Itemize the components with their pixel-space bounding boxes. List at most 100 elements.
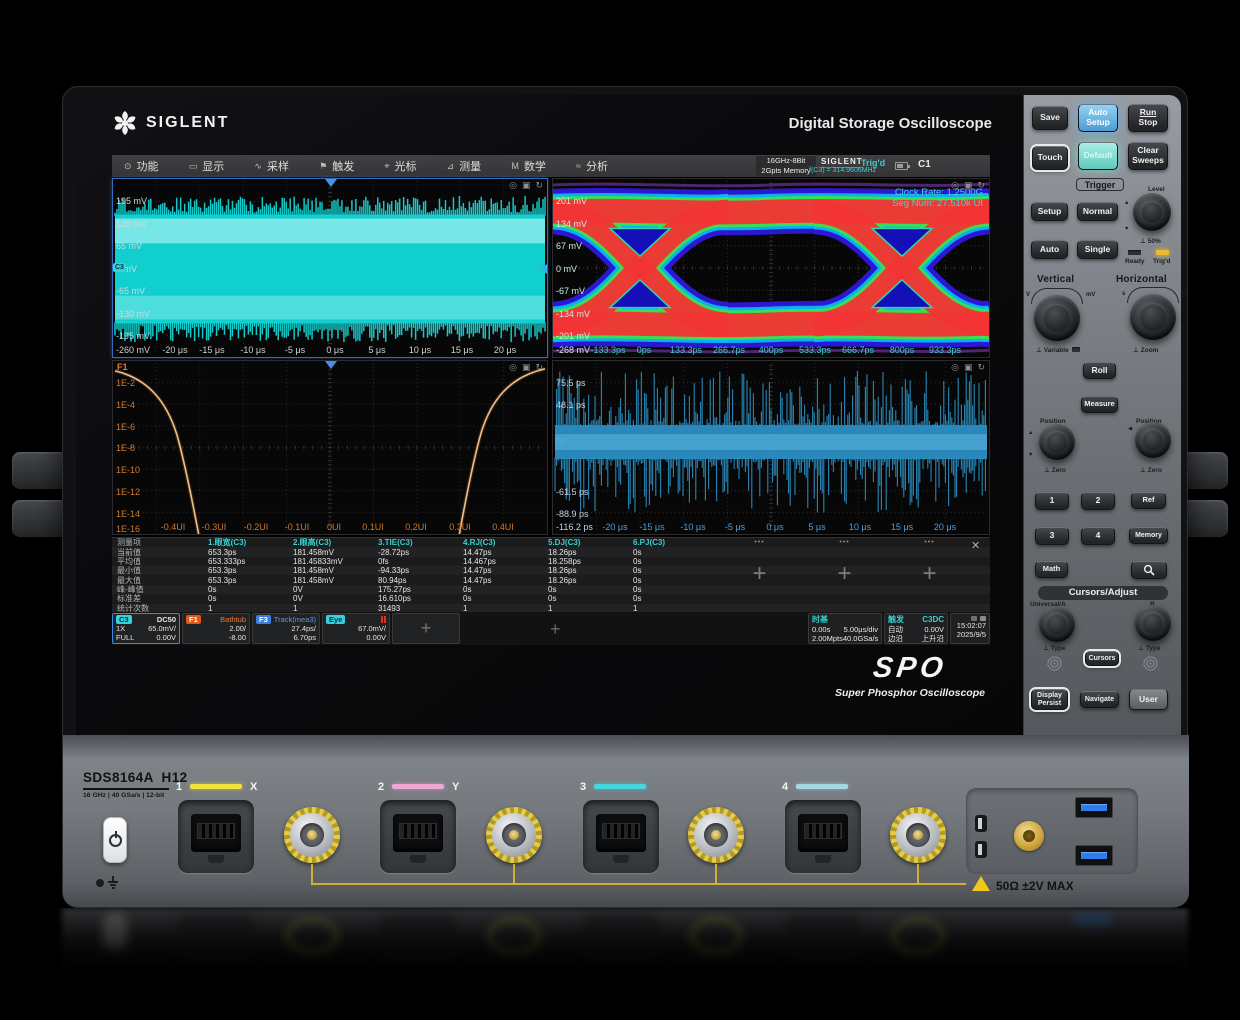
- x-tick: -0.2UI: [244, 522, 269, 532]
- menu-item-measure[interactable]: ⊿测量: [441, 158, 488, 174]
- trigger-box[interactable]: 触发C3DC 自动0.00V 边沿上升沿: [884, 613, 948, 644]
- add-measurement-slot[interactable]: •••+: [803, 538, 886, 613]
- panel-bathtub[interactable]: F1 1E-2 1E-4 1E-6 1E-8 1E-10 1E-12 1E-14…: [112, 360, 548, 535]
- channel-3-button[interactable]: 3: [1035, 527, 1069, 545]
- refresh-icon[interactable]: ↻: [535, 361, 543, 373]
- add-channel-slot[interactable]: +: [392, 613, 460, 644]
- save-button[interactable]: Save: [1032, 106, 1068, 130]
- roll-button[interactable]: Roll: [1083, 362, 1116, 379]
- y-tick: -201 mV: [556, 331, 590, 341]
- f3-marker[interactable]: F3: [553, 437, 566, 446]
- x-tick: 0ps: [637, 345, 652, 355]
- search-button[interactable]: [1131, 561, 1167, 579]
- camera-icon[interactable]: ◎: [509, 179, 517, 191]
- plus-icon[interactable]: +: [421, 618, 432, 639]
- menu-item-function[interactable]: ⊙功能: [118, 158, 165, 174]
- trigger-position-marker[interactable]: [325, 361, 337, 369]
- x-tick: 133.3ps: [670, 345, 702, 355]
- y-tick: 134 mV: [556, 219, 587, 229]
- camera-icon[interactable]: ◎: [951, 361, 959, 373]
- vertical-scale-knob[interactable]: [1034, 295, 1080, 341]
- plus-icon[interactable]: +: [718, 548, 801, 600]
- datetime-box[interactable]: 15:02:07 2025/9/5: [950, 613, 990, 644]
- expand-icon[interactable]: ▣: [964, 361, 973, 373]
- display-persist-button[interactable]: DisplayPersist: [1031, 689, 1068, 710]
- channel-descriptor-eye[interactable]: Eye 67.0mV/ 0.00V: [322, 613, 390, 644]
- panel-corner-icons[interactable]: ◎ ▣ ↻: [509, 361, 543, 373]
- menu-dots-icon[interactable]: •••: [803, 538, 886, 548]
- menu-item-math[interactable]: M数学: [505, 158, 552, 174]
- channel-descriptor-f1[interactable]: F1Bathtub 2.00/ -8.00: [182, 613, 250, 644]
- trigger-level-marker[interactable]: [540, 264, 547, 274]
- menu-item-trigger[interactable]: ⚑触发: [313, 158, 360, 174]
- plus-icon[interactable]: +: [803, 548, 886, 600]
- measure-button[interactable]: Measure: [1081, 396, 1118, 413]
- lcd-screen[interactable]: ⊙功能 ▭显示 ∿采样 ⚑触发 ⌖光标 ⊿测量 M数学 ≈分析 16GHz-8B…: [112, 155, 990, 645]
- measurement-column-header[interactable]: 1.眼宽(C3): [203, 537, 288, 548]
- add-measurement-slot[interactable]: •••+: [718, 538, 801, 613]
- plus-icon[interactable]: +: [550, 619, 561, 640]
- panel-corner-icons[interactable]: ◎ ▣ ↻: [951, 361, 985, 373]
- camera-icon[interactable]: ◎: [951, 179, 959, 191]
- clear-sweeps-button[interactable]: ClearSweeps: [1128, 142, 1168, 170]
- add-measurement-slot[interactable]: •••+: [888, 538, 971, 613]
- menu-item-acquire[interactable]: ∿采样: [248, 158, 295, 174]
- channel-descriptor-c3[interactable]: C3DC50 1X65.0mV/ FULL0.00V: [112, 613, 180, 644]
- menu-item-cursors[interactable]: ⌖光标: [378, 158, 422, 174]
- run-stop-button[interactable]: RunStop: [1128, 104, 1168, 132]
- trigger-auto-button[interactable]: Auto: [1031, 240, 1068, 259]
- menu-item-analysis[interactable]: ≈分析: [570, 158, 614, 174]
- b-knob[interactable]: [1135, 605, 1171, 641]
- expand-icon[interactable]: ▣: [964, 179, 973, 191]
- expand-icon[interactable]: ▣: [522, 179, 531, 191]
- panel-eye-diagram[interactable]: 201 mV 134 mV 67 mV 0 mV -67 mV -134 mV …: [552, 178, 990, 358]
- horizontal-position-knob[interactable]: [1135, 422, 1171, 458]
- universal-a-knob[interactable]: [1039, 606, 1075, 642]
- vertical-position-knob[interactable]: [1039, 424, 1075, 460]
- measurement-column-header[interactable]: 6.PJ(C3): [628, 538, 713, 547]
- memory-button[interactable]: Memory: [1129, 527, 1168, 544]
- left-arrow-icon: ◀: [1128, 426, 1132, 432]
- channel-2-button[interactable]: 2: [1081, 492, 1115, 510]
- panel-c3-waveform[interactable]: 195 mV 130 mV 65 mV 0 mV -65 mV -130 mV …: [112, 178, 548, 358]
- measurement-column-header[interactable]: 4.RJ(C3): [458, 538, 543, 547]
- user-button[interactable]: User: [1129, 689, 1168, 710]
- camera-icon[interactable]: ◎: [509, 361, 517, 373]
- measurement-column-header[interactable]: 2.眼高(C3): [288, 537, 373, 548]
- channel-descriptor-f3[interactable]: F3Track(mea3) 27.4ps/ 6.70ps: [252, 613, 320, 644]
- ref-button[interactable]: Ref: [1131, 492, 1166, 509]
- close-table-icon[interactable]: ✕: [971, 539, 980, 552]
- touch-button[interactable]: Touch: [1032, 146, 1068, 170]
- math-button[interactable]: Math: [1035, 561, 1068, 578]
- refresh-icon[interactable]: ↻: [977, 179, 985, 191]
- table-cell: 18.26ps: [543, 576, 628, 585]
- panel-corner-icons[interactable]: ◎ ▣ ↻: [509, 179, 543, 191]
- measurement-column-header[interactable]: 5.DJ(C3): [543, 538, 628, 547]
- trigger-position-marker[interactable]: [325, 179, 337, 187]
- trigger-single-button[interactable]: Single: [1077, 240, 1118, 259]
- measurement-column-header[interactable]: 3.TIE(C3): [373, 538, 458, 547]
- panel-corner-icons[interactable]: ◎ ▣ ↻: [951, 179, 985, 191]
- channel-1-button[interactable]: 1: [1035, 492, 1069, 510]
- default-button[interactable]: Default: [1078, 142, 1118, 170]
- trigger-setup-button[interactable]: Setup: [1031, 202, 1068, 221]
- refresh-icon[interactable]: ↻: [977, 361, 985, 373]
- power-button[interactable]: [103, 817, 127, 863]
- expand-icon[interactable]: ▣: [522, 361, 531, 373]
- auto-setup-button[interactable]: AutoSetup: [1078, 104, 1118, 132]
- measurement-table[interactable]: 测量项 1.眼宽(C3) 2.眼高(C3) 3.TIE(C3) 4.RJ(C3)…: [112, 537, 990, 612]
- channel-4-button[interactable]: 4: [1081, 527, 1115, 545]
- navigate-button[interactable]: Navigate: [1080, 691, 1119, 708]
- panel-tie-track[interactable]: 75.5 ps 48.1 ps -61.5 ps -88.9 ps -116.2…: [552, 360, 990, 535]
- plus-icon[interactable]: +: [888, 548, 971, 600]
- trigger-normal-button[interactable]: Normal: [1077, 202, 1118, 221]
- c3-offset-marker[interactable]: C3: [113, 263, 126, 272]
- menu-dots-icon[interactable]: •••: [888, 538, 971, 548]
- timebase-box[interactable]: 时基 0.00s5.00μs/div 2.00Mpts40.0GSa/s: [808, 613, 882, 644]
- menu-item-display[interactable]: ▭显示: [183, 158, 231, 174]
- horizontal-scale-knob[interactable]: [1130, 294, 1176, 340]
- refresh-icon[interactable]: ↻: [535, 179, 543, 191]
- cursors-button[interactable]: Cursors: [1085, 651, 1119, 666]
- menu-dots-icon[interactable]: •••: [718, 538, 801, 548]
- trigger-level-knob[interactable]: [1133, 193, 1171, 231]
